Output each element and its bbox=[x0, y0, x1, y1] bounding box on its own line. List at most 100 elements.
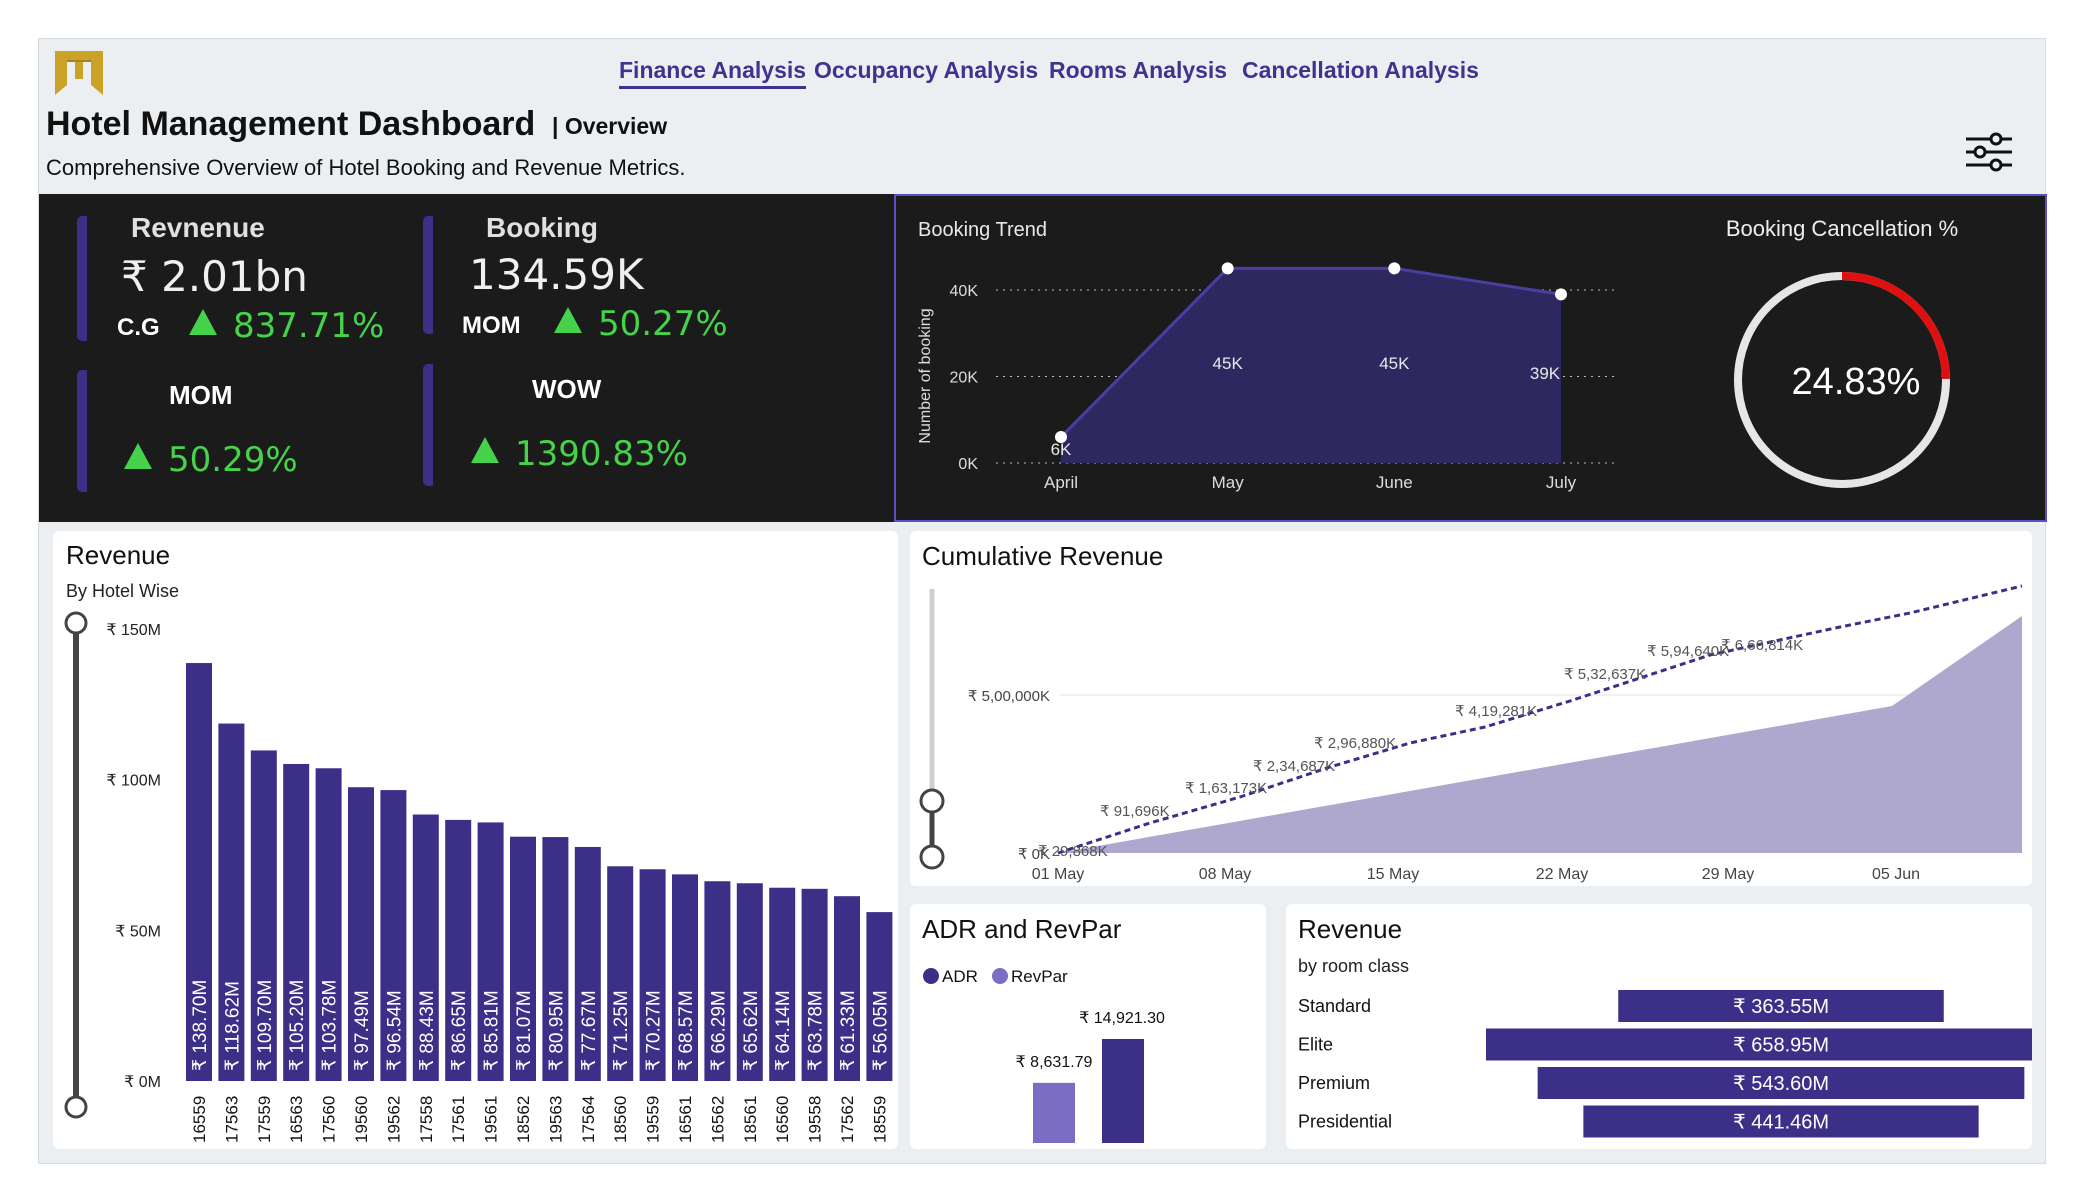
kpi-revenue-mom-label: MOM bbox=[169, 380, 233, 410]
bar-value-label: ₹ 118.62M bbox=[222, 981, 243, 1071]
kpi-accent-bar bbox=[77, 216, 87, 341]
area-fill bbox=[1058, 616, 2022, 853]
x-tick-label: 17561 bbox=[449, 1096, 468, 1143]
adr-revpar-chart: ADR and RevPar ADR RevPar ₹ 8,631.79 ₹ 14,92… bbox=[922, 914, 1165, 1143]
x-tick-label: 17559 bbox=[255, 1096, 274, 1143]
bar bbox=[1033, 1082, 1075, 1143]
page-subtitle: | Overview bbox=[552, 113, 668, 139]
kpi-accent-bar bbox=[423, 216, 433, 334]
bar-value-label: ₹ 63.78M bbox=[806, 990, 827, 1071]
bar-value-label: ₹ 363.55M bbox=[1733, 996, 1829, 1018]
booking-trend-panel: Booking Trend 0K 20K 40K Number of booking 6K… bbox=[894, 194, 2047, 522]
x-tick-label: 19560 bbox=[352, 1096, 371, 1143]
category-label: Presidential bbox=[1298, 1112, 1392, 1132]
kpi-accent-bar bbox=[77, 370, 87, 492]
y-tick-label: ₹ 150M bbox=[106, 622, 161, 639]
x-tick-label: 16561 bbox=[676, 1096, 695, 1143]
legend-label: ADR bbox=[942, 967, 978, 986]
x-tick-label: 05 Jun bbox=[1872, 866, 1920, 883]
y-tick-label: 40K bbox=[950, 283, 979, 300]
x-tick-label: 16560 bbox=[773, 1096, 792, 1143]
legend-marker bbox=[992, 968, 1008, 984]
bar-value-label: ₹ 97.49M bbox=[352, 990, 373, 1071]
bar-value-label: ₹ 109.70M bbox=[255, 980, 276, 1071]
x-tick-label: 22 May bbox=[1536, 866, 1588, 883]
kpi-booking-wow-label: WOW bbox=[532, 374, 602, 404]
kpi-revenue-change: 837.71% bbox=[189, 306, 384, 346]
bar-value-label: ₹ 81.07M bbox=[514, 990, 535, 1071]
bar-value-label: ₹ 66.29M bbox=[708, 990, 729, 1071]
bar-value-label: ₹ 14,921.30 bbox=[1079, 1010, 1165, 1027]
x-tick-label: April bbox=[1044, 473, 1078, 492]
x-tick-label: 18560 bbox=[611, 1096, 630, 1143]
data-label: ₹ 2,96,880K bbox=[1314, 735, 1396, 752]
kpi-booking-badge: MOM bbox=[462, 312, 521, 339]
x-tick-label: 29 May bbox=[1702, 866, 1754, 883]
kpi-revenue-badge: C.G bbox=[117, 314, 160, 341]
data-label: ₹ 91,696K bbox=[1100, 803, 1170, 820]
up-arrow-icon bbox=[124, 443, 152, 469]
page-title: Hotel Management Dashboard bbox=[46, 105, 536, 143]
kpi-revenue-label: Revnenue bbox=[131, 212, 265, 243]
kpi-accent-bar bbox=[423, 364, 433, 486]
kpi-revenue-mom-change: 50.29% bbox=[124, 440, 298, 480]
data-point bbox=[1221, 262, 1234, 275]
x-tick-label: 18559 bbox=[870, 1096, 889, 1143]
nav-cancellation-analysis[interactable]: Cancellation Analysis bbox=[1242, 57, 1479, 84]
area-fill bbox=[1061, 268, 1561, 463]
x-tick-label: 16559 bbox=[190, 1096, 209, 1143]
data-label: ₹ 2,34,687K bbox=[1253, 758, 1335, 775]
range-slider-handle bbox=[64, 611, 88, 635]
kpi-booking-wow-change: 1390.83% bbox=[471, 434, 688, 474]
chart-title: Booking Trend bbox=[918, 219, 1047, 241]
nav-occupancy-analysis[interactable]: Occupancy Analysis bbox=[814, 57, 1038, 84]
y-tick-label: ₹ 100M bbox=[106, 773, 161, 790]
kpi-booking-value: 134.59K bbox=[469, 250, 644, 299]
chart-subtitle: by room class bbox=[1298, 956, 1409, 976]
x-tick-label: 17564 bbox=[579, 1096, 598, 1143]
data-label: ₹ 6,66,814K bbox=[1721, 637, 1803, 654]
revenue-by-hotel-card: Revenue By Hotel Wise ₹ 0M ₹ 50M ₹ 100M ₹ 150… bbox=[53, 531, 898, 1149]
range-slider-handle bbox=[919, 844, 945, 870]
booking-trend-chart: Booking Trend 0K 20K 40K Number of booking 6K… bbox=[917, 219, 1616, 492]
bar-value-label: ₹ 8,631.79 bbox=[1016, 1054, 1093, 1071]
booking-cancellation-gauge: Booking Cancellation % 24.83% bbox=[1726, 216, 1958, 488]
page-description: Comprehensive Overview of Hotel Booking … bbox=[46, 155, 686, 180]
y-tick-label: ₹ 5,00,000K bbox=[968, 688, 1050, 705]
bar-value-label: ₹ 105.20M bbox=[287, 980, 308, 1071]
filter-sliders-icon[interactable] bbox=[1964, 131, 2014, 173]
x-tick-label: 15 May bbox=[1367, 866, 1419, 883]
bar-value-label: ₹ 658.95M bbox=[1733, 1035, 1829, 1057]
x-tick-label: 19559 bbox=[644, 1096, 663, 1143]
x-tick-label: 17558 bbox=[417, 1096, 436, 1143]
up-arrow-icon bbox=[554, 307, 582, 333]
bar-value-label: ₹ 61.33M bbox=[838, 990, 859, 1071]
data-label: ₹ 29,868K bbox=[1038, 843, 1108, 860]
bar-value-label: ₹ 88.43M bbox=[417, 990, 438, 1071]
bar-value-label: ₹ 71.25M bbox=[611, 990, 632, 1071]
cumulative-revenue-chart: Cumulative Revenue₹ 5,00,000K₹ 0K₹ 29,86… bbox=[919, 541, 2023, 883]
nav-rooms-analysis[interactable]: Rooms Analysis bbox=[1049, 57, 1227, 84]
nav-finance-analysis[interactable]: Finance Analysis bbox=[619, 57, 807, 89]
chart-title: Cumulative Revenue bbox=[922, 541, 1163, 571]
x-tick-label: 08 May bbox=[1199, 866, 1251, 883]
kpi-booking-label: Booking bbox=[486, 212, 598, 243]
x-tick-label: June bbox=[1376, 473, 1413, 492]
cumulative-revenue-card: Cumulative Revenue ₹ 5,00,000K ₹ 0K ₹ 29,86… bbox=[910, 531, 2032, 886]
y-axis-label: Number of booking bbox=[917, 308, 934, 443]
gauge-title: Booking Cancellation % bbox=[1726, 216, 1958, 241]
kpi-booking-change: 50.27% bbox=[554, 304, 728, 344]
bar-value-label: ₹ 56.05M bbox=[870, 990, 891, 1071]
data-label: 39K bbox=[1530, 364, 1561, 383]
x-tick-label: May bbox=[1212, 473, 1245, 492]
up-arrow-icon bbox=[471, 437, 499, 463]
data-label: 45K bbox=[1213, 354, 1244, 373]
x-tick-label: 17560 bbox=[320, 1096, 339, 1143]
revenue-room-class-card: Revenue by room class Standard ₹ 363.55M Eli… bbox=[1286, 904, 2032, 1149]
chart-title: Revenue bbox=[1298, 914, 1402, 944]
legend-label: RevPar bbox=[1011, 967, 1068, 986]
data-label: ₹ 5,94,640K bbox=[1647, 643, 1729, 660]
x-tick-label: 16563 bbox=[287, 1096, 306, 1143]
dashboard-frame: Finance Analysis Occupancy Analysis Room… bbox=[38, 38, 2047, 1164]
y-tick-label: ₹ 0M bbox=[124, 1074, 161, 1091]
